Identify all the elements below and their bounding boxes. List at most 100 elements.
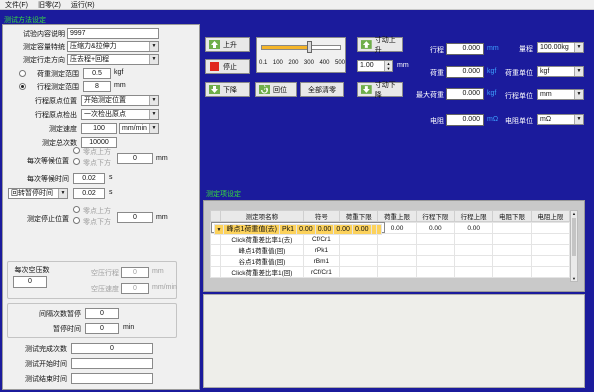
table-row[interactable]: ▼ 峰点1荷重值(去) Pk1 0.00 0.00 0.00 0.00 <box>210 222 385 235</box>
table-cell[interactable] <box>530 233 571 245</box>
table-cell[interactable]: 0.00 <box>351 224 372 235</box>
wait-time-input[interactable]: 0.02 <box>73 173 105 184</box>
table-cell[interactable]: 0.00 <box>415 222 456 234</box>
startpos-select[interactable]: 开始测定位置 ▼ <box>81 95 159 106</box>
load-unit-select[interactable]: kgf ▼ <box>537 66 584 77</box>
table-cell[interactable] <box>453 244 494 256</box>
table-cell[interactable]: rBm1 <box>302 255 341 267</box>
stop-below-radio[interactable] <box>73 217 80 224</box>
pause-duration-input[interactable]: 0 <box>85 323 119 334</box>
scroll-up-icon[interactable]: ▲ <box>571 211 577 216</box>
range-select[interactable]: 100.00kg ▼ <box>537 42 584 53</box>
stop-above-radio[interactable] <box>73 206 80 213</box>
table-cell[interactable] <box>453 266 494 278</box>
stop-below-label: 零点下方 <box>83 219 111 226</box>
res-unit-select[interactable]: mΩ ▼ <box>537 114 584 125</box>
air-speed-input[interactable]: 0 <box>121 283 149 294</box>
table-cell[interactable] <box>453 255 494 267</box>
pause-type-select[interactable]: 回转暂停时间 ▼ <box>8 188 68 199</box>
table-cell[interactable]: 0.00 <box>333 224 353 235</box>
table-cell[interactable]: 峰点1荷重值(去) <box>223 224 281 235</box>
table-cell[interactable] <box>339 266 379 278</box>
inch-spinner[interactable]: ▲ ▼ <box>384 61 392 71</box>
table-row[interactable]: 峰点1荷重值(回) rPk1 <box>209 244 571 256</box>
table-cell[interactable] <box>453 233 494 245</box>
interval-input[interactable]: 0 <box>85 308 119 319</box>
inch-down-button[interactable]: 寸动下降 <box>357 82 403 99</box>
table-cell[interactable] <box>530 255 571 267</box>
scroll-down-icon[interactable]: ▼ <box>571 276 577 281</box>
zero-all-button[interactable]: 全部清零 <box>300 82 344 97</box>
menu-run[interactable]: 运行(R) <box>66 0 100 10</box>
table-cell[interactable]: 峰点1荷重值(回) <box>220 244 304 256</box>
res-readout-label: 电阻 <box>430 118 444 125</box>
stop-pos-input[interactable]: 0 <box>117 212 153 223</box>
detect-select[interactable]: 一次检出原点 ▼ <box>81 109 159 120</box>
table-cell[interactable]: rCf/Cr1 <box>302 266 341 278</box>
table-cell[interactable]: Pk1 <box>279 224 298 235</box>
char-select[interactable]: 压缩力&拉伸力 ▼ <box>67 41 159 52</box>
wait-pos-input[interactable]: 0 <box>117 153 153 164</box>
table-cell[interactable]: Click荷重差比率1(去) <box>220 233 304 245</box>
stop-button[interactable]: 停止 <box>205 59 250 74</box>
wait-below-radio[interactable] <box>73 158 80 165</box>
table-cell[interactable] <box>415 244 456 256</box>
air-count-input[interactable]: 0 <box>13 276 47 288</box>
speed-slider[interactable]: 0.1 100 200 300 400 500 <box>256 37 346 73</box>
speed-unit-select[interactable]: mm/min ▼ <box>119 123 159 134</box>
inch-up-button[interactable]: 寸动上升 <box>357 37 403 54</box>
table-cell[interactable]: 0.00 <box>453 222 494 234</box>
table-cell[interactable] <box>377 233 417 245</box>
pause-time-input[interactable]: 0.02 <box>73 188 105 199</box>
desc-input[interactable]: 9997 <box>67 28 159 39</box>
return-button[interactable]: 回位 <box>255 82 297 97</box>
table-cell[interactable]: 0.00 <box>314 224 335 235</box>
table-cell[interactable] <box>492 222 532 234</box>
inch-unit: mm <box>397 62 409 69</box>
load-range-radio[interactable] <box>19 70 26 77</box>
air-stroke-input[interactable]: 0 <box>121 267 149 278</box>
up-button[interactable]: 上升 <box>205 37 250 52</box>
stroke-unit-select[interactable]: mm ▼ <box>537 89 584 100</box>
table-cell[interactable]: Cf/Cr1 <box>302 233 341 245</box>
down-button[interactable]: 下降 <box>205 82 250 97</box>
table-cell[interactable]: Click荷重差比率1(回) <box>220 266 304 278</box>
table-cell[interactable] <box>415 255 456 267</box>
dir-select[interactable]: 压去程+回程 ▼ <box>67 54 159 65</box>
table-cell[interactable] <box>377 244 417 256</box>
table-scrollbar[interactable]: ▲ ▼ <box>570 210 578 282</box>
table-row[interactable]: 谷点1荷重值(回) rBm1 <box>209 255 571 267</box>
table-cell[interactable]: rPk1 <box>302 244 341 256</box>
table-cell[interactable] <box>530 222 571 234</box>
table-cell[interactable] <box>492 255 532 267</box>
table-cell[interactable] <box>492 233 532 245</box>
table-cell[interactable] <box>339 244 379 256</box>
table-cell[interactable]: 0.00 <box>296 224 316 235</box>
menu-file[interactable]: 文件(F) <box>0 0 33 10</box>
stroke-range-input[interactable]: 8 <box>83 81 111 92</box>
table-cell[interactable] <box>492 266 532 278</box>
speed-slider-handle[interactable] <box>307 41 312 53</box>
chevron-down-icon: ▼ <box>149 55 158 64</box>
stroke-range-radio[interactable] <box>19 83 26 90</box>
table-cell[interactable]: 谷点1荷重值(回) <box>220 255 304 267</box>
load-range-input[interactable]: 0.5 <box>83 68 111 79</box>
menu-history[interactable]: 旧零(Z) <box>33 0 66 10</box>
speed-input[interactable]: 100 <box>81 123 117 134</box>
scroll-thumb[interactable] <box>572 218 576 256</box>
table-cell[interactable] <box>377 255 417 267</box>
table-cell[interactable] <box>339 233 379 245</box>
results-detail-panel <box>203 294 585 388</box>
table-cell[interactable] <box>492 244 532 256</box>
wait-above-radio[interactable] <box>73 147 80 154</box>
table-cell[interactable] <box>530 244 571 256</box>
table-cell[interactable] <box>375 224 382 235</box>
table-cell[interactable] <box>415 266 456 278</box>
table-cell[interactable] <box>377 266 417 278</box>
table-cell[interactable] <box>530 266 571 278</box>
arrow-up-icon <box>361 40 372 49</box>
table-row[interactable]: Click荷重差比率1(去) Cf/Cr1 <box>209 233 571 245</box>
table-cell[interactable] <box>415 233 456 245</box>
table-row[interactable]: Click荷重差比率1(回) rCf/Cr1 <box>209 266 571 278</box>
table-cell[interactable] <box>339 255 379 267</box>
